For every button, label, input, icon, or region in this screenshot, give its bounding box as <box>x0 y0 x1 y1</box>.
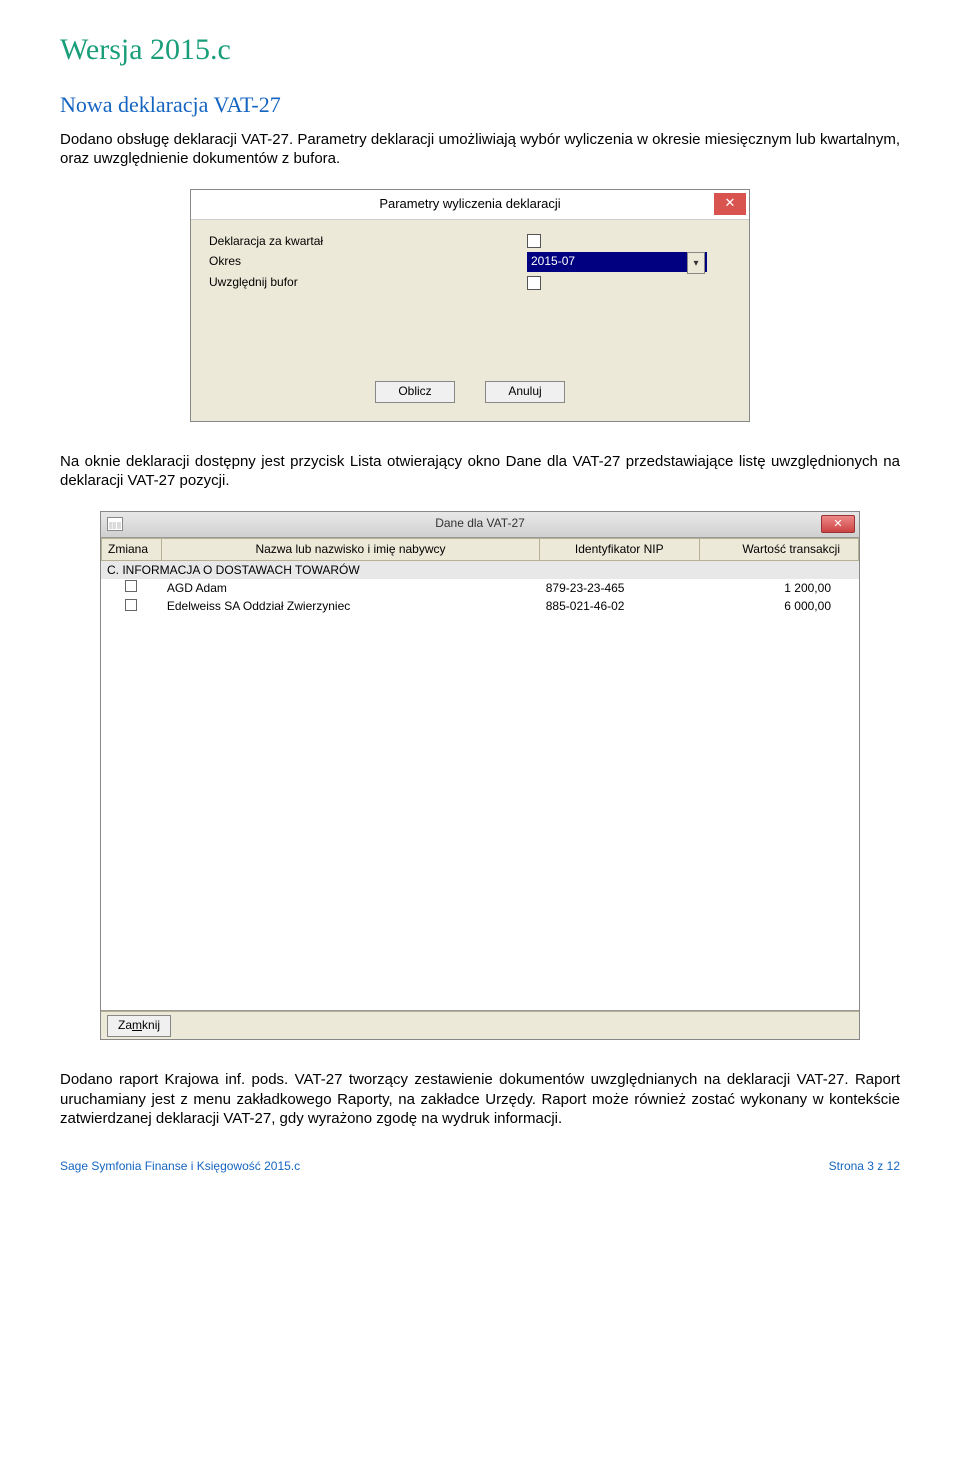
paragraph-raport: Dodano raport Krajowa inf. pods. VAT-27 … <box>60 1070 900 1129</box>
row-checkbox[interactable] <box>125 599 137 611</box>
row-checkbox[interactable] <box>125 580 137 592</box>
col-header-nazwa[interactable]: Nazwa lub nazwisko i imię nabywcy <box>161 538 539 561</box>
checkbox-uwzglednij-bufor[interactable] <box>527 276 541 290</box>
table-body-scroll[interactable]: C. INFORMACJA O DOSTAWACH TOWARÓW AGD Ad… <box>101 561 859 1011</box>
row-okres: Okres 2015-07 <box>209 252 731 272</box>
window-dane-vat27: Dane dla VAT-27 ✕ Zmiana Nazwa lub nazwi… <box>100 511 860 1041</box>
dialog-content: Deklaracja za kwartał Okres 2015-07 Uwzg… <box>191 220 749 421</box>
close-button[interactable]: ✕ <box>714 193 746 215</box>
anuluj-button[interactable]: Anuluj <box>485 381 565 403</box>
zamknij-button[interactable]: Zamknij <box>107 1015 171 1037</box>
col-header-nip[interactable]: Identyfikator NIP <box>540 538 700 561</box>
label-deklaracja-kwartal: Deklaracja za kwartał <box>209 234 519 250</box>
page-footer: Sage Symfonia Finanse i Księgowość 2015.… <box>60 1159 900 1175</box>
data-table-header: Zmiana Nazwa lub nazwisko i imię nabywcy… <box>101 538 859 562</box>
dialog-titlebar: Parametry wyliczenia deklaracji ✕ <box>191 190 749 220</box>
label-uwzglednij-bufor: Uwzględnij bufor <box>209 275 519 291</box>
col-header-wart[interactable]: Wartość transakcji <box>699 538 859 561</box>
dialog-buttons: Oblicz Anuluj <box>209 381 731 403</box>
page-title: Wersja 2015.c <box>60 30 900 69</box>
cell-nazwa: AGD Adam <box>161 579 540 598</box>
dialog-title: Parametry wyliczenia deklaracji <box>379 196 560 213</box>
footer-left: Sage Symfonia Finanse i Księgowość 2015.… <box>60 1159 300 1175</box>
row-uwzglednij-bufor: Uwzględnij bufor <box>209 275 731 291</box>
paragraph-lista: Na oknie deklaracji dostępny jest przyci… <box>60 452 900 491</box>
data-table-body: C. INFORMACJA O DOSTAWACH TOWARÓW AGD Ad… <box>101 561 859 616</box>
oblicz-button[interactable]: Oblicz <box>375 381 455 403</box>
cell-nip: 879-23-23-465 <box>540 579 700 598</box>
label-okres: Okres <box>209 254 519 270</box>
document-icon <box>107 517 123 531</box>
cell-nazwa: Edelweiss SA Oddział Zwierzyniec <box>161 598 540 617</box>
table-row[interactable]: AGD Adam 879-23-23-465 1 200,00 <box>101 579 859 598</box>
section-label: C. INFORMACJA O DOSTAWACH TOWARÓW <box>101 561 859 579</box>
window-footer: Zamknij <box>101 1011 859 1039</box>
cell-wart: 1 200,00 <box>699 579 859 598</box>
table-header-row: Zmiana Nazwa lub nazwisko i imię nabywcy… <box>102 538 859 561</box>
combo-okres[interactable]: 2015-07 <box>527 252 707 272</box>
section-row: C. INFORMACJA O DOSTAWACH TOWARÓW <box>101 561 859 579</box>
cell-checkbox <box>101 598 161 617</box>
close-button[interactable]: ✕ <box>821 515 855 533</box>
col-header-zmiana[interactable]: Zmiana <box>102 538 162 561</box>
window-title: Dane dla VAT-27 <box>435 516 525 532</box>
section-heading: Nowa deklaracja VAT-27 <box>60 91 900 120</box>
window-titlebar: Dane dla VAT-27 ✕ <box>101 512 859 538</box>
dialog-parametry: Parametry wyliczenia deklaracji ✕ Deklar… <box>190 189 750 422</box>
row-deklaracja-kwartal: Deklaracja za kwartał <box>209 234 731 250</box>
cell-checkbox <box>101 579 161 598</box>
footer-right: Strona 3 z 12 <box>829 1159 900 1175</box>
cell-nip: 885-021-46-02 <box>540 598 700 617</box>
cell-wart: 6 000,00 <box>699 598 859 617</box>
table-row[interactable]: Edelweiss SA Oddział Zwierzyniec 885-021… <box>101 598 859 617</box>
checkbox-deklaracja-kwartal[interactable] <box>527 234 541 248</box>
paragraph-intro: Dodano obsługę deklaracji VAT-27. Parame… <box>60 130 900 169</box>
